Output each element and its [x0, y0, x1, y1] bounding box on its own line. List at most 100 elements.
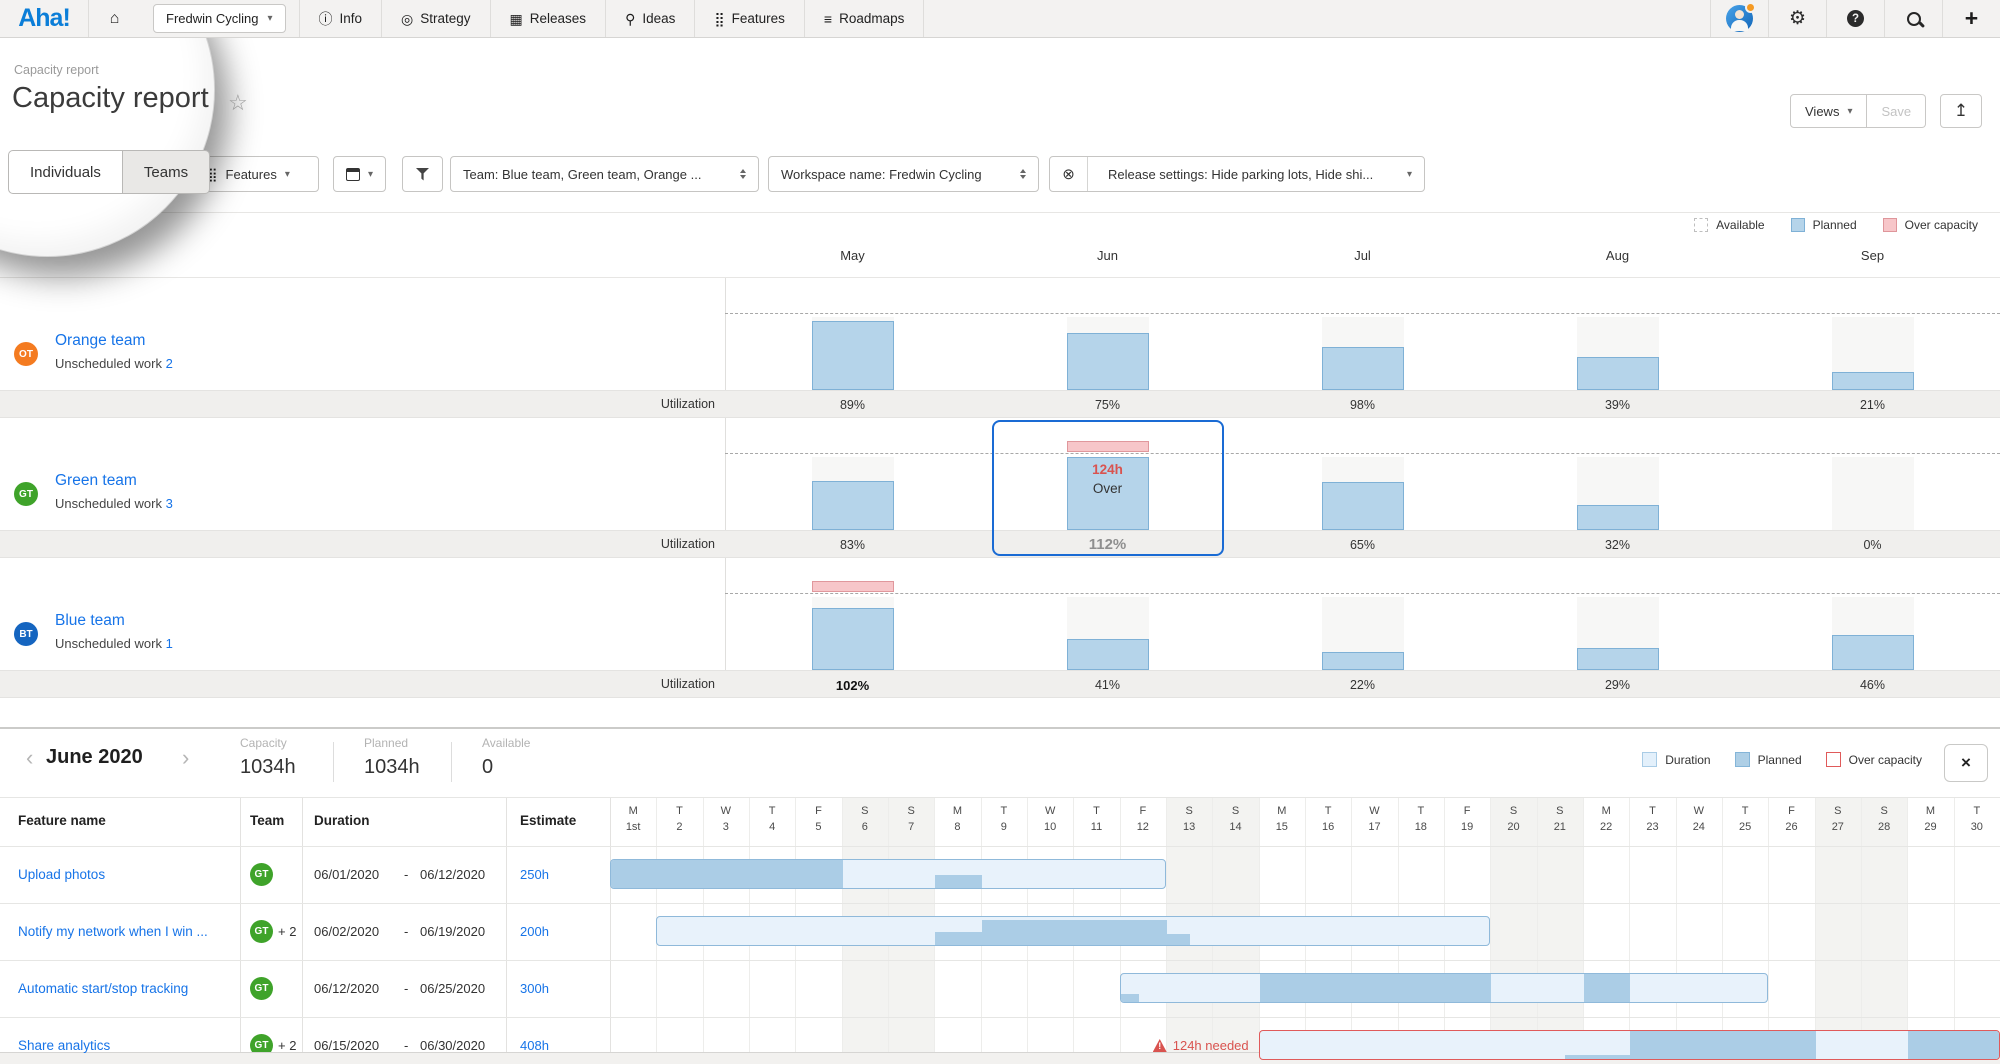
capacity-planned-bar[interactable] — [812, 608, 894, 670]
capacity-planned-bar[interactable] — [1067, 333, 1149, 390]
team-name-link[interactable]: Blue team — [55, 612, 125, 630]
day-header-dow: S — [1815, 805, 1861, 817]
unscheduled-work-count[interactable]: 3 — [166, 496, 173, 511]
features-dropdown-label: Features — [226, 167, 277, 182]
capacity-planned-bar[interactable] — [812, 481, 894, 530]
close-panel-button[interactable]: × — [1944, 744, 1988, 782]
team-badge: GT — [250, 977, 273, 1000]
utilization-percent: 29% — [1558, 678, 1678, 692]
gantt-bar[interactable] — [610, 859, 1166, 889]
breadcrumb: Capacity report — [14, 63, 99, 77]
nav-item-releases[interactable]: ▦Releases — [490, 0, 606, 37]
team-avatar: GT — [14, 482, 38, 506]
estimate-link[interactable]: 250h — [520, 867, 549, 882]
duration-separator: - — [404, 981, 408, 996]
share-icon: ↥ — [1954, 101, 1968, 121]
stat-label-planned: Planned — [364, 736, 408, 750]
feature-link[interactable]: Share analytics — [18, 1038, 110, 1053]
settings-button[interactable]: ⚙ — [1768, 0, 1826, 37]
estimate-link[interactable]: 200h — [520, 924, 549, 939]
search-button[interactable] — [1884, 0, 1942, 37]
capacity-planned-bar[interactable] — [1577, 505, 1659, 530]
day-header-num: 22 — [1583, 821, 1629, 833]
capacity-over-bar[interactable] — [812, 581, 894, 592]
gantt-planned-segment — [1121, 994, 1140, 1002]
share-button[interactable]: ↥ — [1940, 94, 1982, 128]
nav-item-features[interactable]: ⣿Features — [694, 0, 804, 37]
day-header-dow: W — [1676, 805, 1722, 817]
capacity-planned-bar[interactable] — [1832, 635, 1914, 670]
unscheduled-work-label: Unscheduled work — [55, 496, 166, 511]
gantt-bar[interactable] — [1259, 1030, 2000, 1060]
prev-month-button[interactable]: ‹ — [26, 747, 33, 769]
capacity-planned-bar[interactable] — [812, 321, 894, 390]
capacity-planned-bar[interactable] — [1577, 357, 1659, 390]
workspace-selector[interactable]: Fredwin Cycling ▾ — [153, 4, 286, 33]
duration-end: 06/12/2020 — [420, 867, 485, 882]
calendar-dropdown[interactable]: ▾ — [333, 156, 386, 192]
release-settings-label: Release settings: Hide parking lots, Hid… — [1108, 167, 1373, 182]
month-header-jun: Jun — [980, 248, 1235, 263]
legend-swatch — [1791, 218, 1805, 232]
gantt-bar[interactable] — [656, 916, 1490, 946]
nav-item-info[interactable]: ⓘInfo — [299, 0, 382, 37]
gantt-planned-segment — [1584, 974, 1630, 1002]
add-button[interactable]: + — [1942, 0, 2000, 37]
duration-start: 06/15/2020 — [314, 1038, 379, 1053]
clear-filter-button[interactable]: ⊗ — [1050, 157, 1088, 191]
search-icon — [1907, 12, 1921, 26]
filter-button[interactable] — [402, 156, 443, 192]
save-button[interactable]: Save — [1867, 94, 1926, 128]
next-month-button[interactable]: › — [182, 747, 189, 769]
column-border — [506, 797, 507, 1052]
unscheduled-work-count[interactable]: 1 — [166, 636, 173, 651]
feature-link[interactable]: Upload photos — [18, 867, 105, 882]
team-badge-extra: + 2 — [278, 924, 296, 939]
nav-item-strategy[interactable]: ◎Strategy — [381, 0, 490, 37]
capacity-planned-bar[interactable] — [1067, 639, 1149, 670]
day-gridline — [1537, 797, 1538, 1052]
day-header-num: 26 — [1768, 821, 1814, 833]
month-header-jul: Jul — [1235, 248, 1490, 263]
workspace-filter[interactable]: Workspace name: Fredwin Cycling — [768, 156, 1039, 192]
favorite-star-icon[interactable]: ☆ — [228, 90, 248, 116]
help-button[interactable]: ? — [1826, 0, 1884, 37]
team-name-link[interactable]: Orange team — [55, 332, 145, 350]
unscheduled-work-count[interactable]: 2 — [166, 356, 173, 371]
team-name-link[interactable]: Green team — [55, 472, 137, 490]
feature-link[interactable]: Notify my network when I win ... — [18, 924, 208, 939]
toggle-teams[interactable]: Teams — [123, 150, 210, 194]
capacity-planned-bar[interactable] — [1577, 648, 1659, 670]
capacity-planned-bar[interactable] — [1832, 372, 1914, 390]
toggle-individuals[interactable]: Individuals — [8, 150, 123, 194]
nav-item-roadmaps[interactable]: ≡Roadmaps — [804, 0, 924, 37]
day-header-num: 21 — [1537, 821, 1583, 833]
legend-swatch — [1642, 752, 1657, 767]
day-header-num: 24 — [1676, 821, 1722, 833]
views-button[interactable]: Views ▾ — [1790, 94, 1867, 128]
gantt-bar[interactable] — [1120, 973, 1769, 1003]
capacity-available-column[interactable] — [1832, 457, 1914, 530]
day-header-dow: S — [1490, 805, 1536, 817]
user-menu-button[interactable] — [1710, 0, 1768, 37]
legend-item-over-capacity: Over capacity — [1883, 218, 1978, 232]
close-icon: × — [1961, 753, 1971, 773]
capacity-planned-bar[interactable] — [1322, 652, 1404, 670]
day-header-num: 18 — [1398, 821, 1444, 833]
release-settings-dropdown[interactable]: Release settings: Hide parking lots, Hid… — [1096, 167, 1424, 182]
estimate-link[interactable]: 300h — [520, 981, 549, 996]
nav-item-ideas[interactable]: ⚲Ideas — [605, 0, 694, 37]
day-header-num: 5 — [795, 821, 841, 833]
home-button[interactable]: ⌂ — [88, 0, 140, 37]
day-header-num: 7 — [888, 821, 934, 833]
capacity-planned-bar[interactable] — [1322, 482, 1404, 530]
utilization-percent: 98% — [1303, 398, 1423, 412]
capacity-planned-bar[interactable] — [1322, 347, 1404, 390]
aha-logo[interactable]: Aha! — [0, 0, 88, 37]
chart-top-border — [0, 277, 2000, 278]
team-filter[interactable]: Team: Blue team, Green team, Orange ... — [450, 156, 759, 192]
features-dropdown[interactable]: ⣿ Features ▾ — [195, 156, 319, 192]
feature-link[interactable]: Automatic start/stop tracking — [18, 981, 188, 996]
estimate-link[interactable]: 408h — [520, 1038, 549, 1053]
stat-label-capacity: Capacity — [240, 736, 287, 750]
